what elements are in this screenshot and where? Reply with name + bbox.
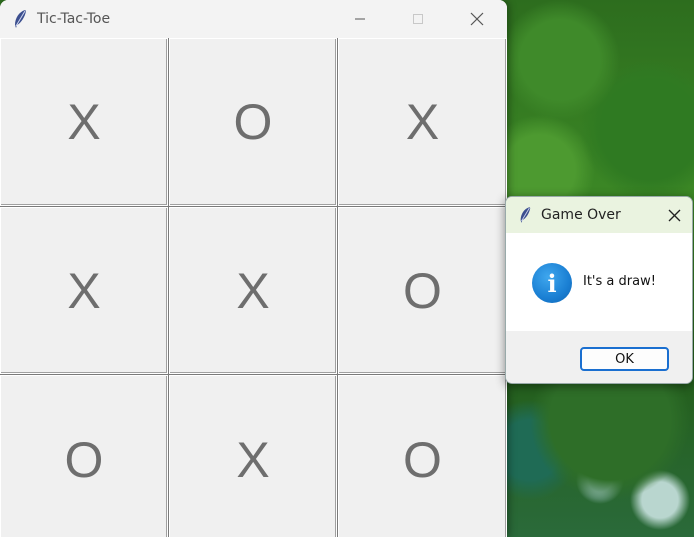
dialog-message: It's a draw! [583,274,656,289]
dialog-title: Game Over [541,207,621,223]
minimize-icon [355,18,365,20]
board-cell-1-2[interactable]: O [338,207,507,374]
tic-tac-toe-window: Tic-Tac-Toe X O X X X O O X O [0,0,507,537]
window-titlebar[interactable]: Tic-Tac-Toe [0,0,507,38]
dialog-titlebar[interactable]: Game Over [506,197,692,233]
board-cell-0-0[interactable]: X [0,38,168,206]
dialog-close-button[interactable] [656,197,692,233]
game-board: X O X X X O O X O [0,38,507,537]
board-cell-0-2[interactable]: X [338,38,507,206]
feather-icon [520,207,531,223]
dialog-footer: OK [506,331,692,383]
info-icon: i [532,263,572,303]
board-cell-0-1[interactable]: O [169,38,337,206]
minimize-button[interactable] [331,0,389,38]
window-title: Tic-Tac-Toe [37,11,111,27]
board-cell-1-1[interactable]: X [169,207,337,374]
ok-button[interactable]: OK [580,347,669,371]
close-icon [470,12,484,26]
maximize-icon [413,14,423,24]
board-cell-1-0[interactable]: X [0,207,168,374]
board-cell-2-1[interactable]: X [169,375,337,537]
dialog-body: i It's a draw! [506,233,692,331]
feather-icon [15,10,26,28]
game-over-dialog: Game Over i It's a draw! OK [505,196,693,384]
close-icon [668,209,680,221]
maximize-button[interactable] [389,0,447,38]
close-button[interactable] [448,0,506,38]
board-cell-2-2[interactable]: O [338,375,507,537]
board-cell-2-0[interactable]: O [0,375,168,537]
